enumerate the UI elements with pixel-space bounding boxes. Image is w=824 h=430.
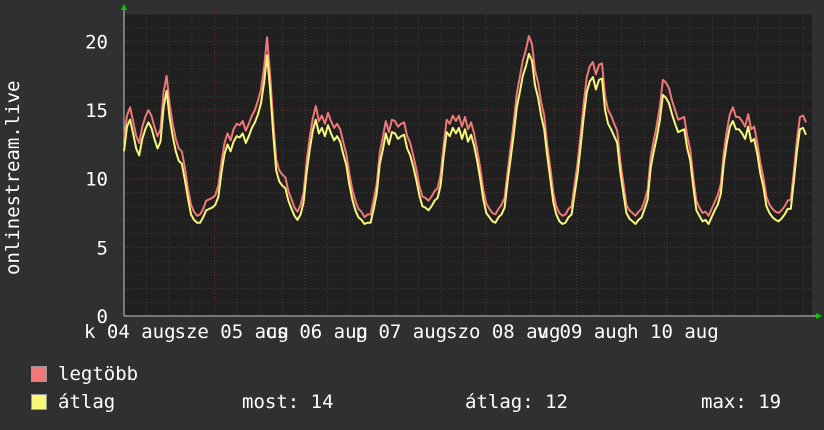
y-tick-label: 10 [85,169,108,191]
y-axis-arrow-icon [121,4,127,10]
stat-average-value: 12 [545,391,568,413]
x-tick-label: cs 06 aug [265,321,368,343]
line-chart: 05101520k 04 aug sze 05 augcs 06 augp 07 … [2,4,822,343]
stat-current-label: most: [242,391,300,413]
chart-panel: { "chart_data": { "type": "line", "ylabe… [0,0,824,430]
grid [123,13,812,317]
plot-area [124,14,812,316]
stat-average: átlag: 12 [465,390,568,414]
stat-current-value: 14 [310,391,334,413]
x-axis-arrow-icon [816,313,822,319]
x-tick-label: p 07 aug [356,321,448,343]
legend-label-avg: átlag [58,391,116,413]
legend-swatch-max [31,366,47,382]
legend-row-avg: átlag most: 14 átlag: 12 max: 19 [0,390,824,416]
legend-row-max: legtöbb [0,362,824,388]
y-tick-label: 20 [85,31,108,53]
x-tick-label: v 09 aug [537,321,629,343]
y-tick-label: 5 [97,237,108,259]
stat-current: most: 14 [242,390,334,414]
y-axis-title: onlinestream.live [2,81,24,275]
legend-swatch-avg [31,394,47,410]
x-tick-label: k 04 aug [84,321,176,343]
stat-average-label: átlag: [465,391,534,413]
stat-maximum-value: 19 [758,391,782,413]
x-tick-label: h 10 aug [627,321,719,343]
y-tick-label: 15 [85,100,108,122]
stat-maximum: max: 19 [701,390,781,414]
stat-maximum-label: max: [701,391,747,413]
legend-label-max: legtöbb [58,363,139,385]
